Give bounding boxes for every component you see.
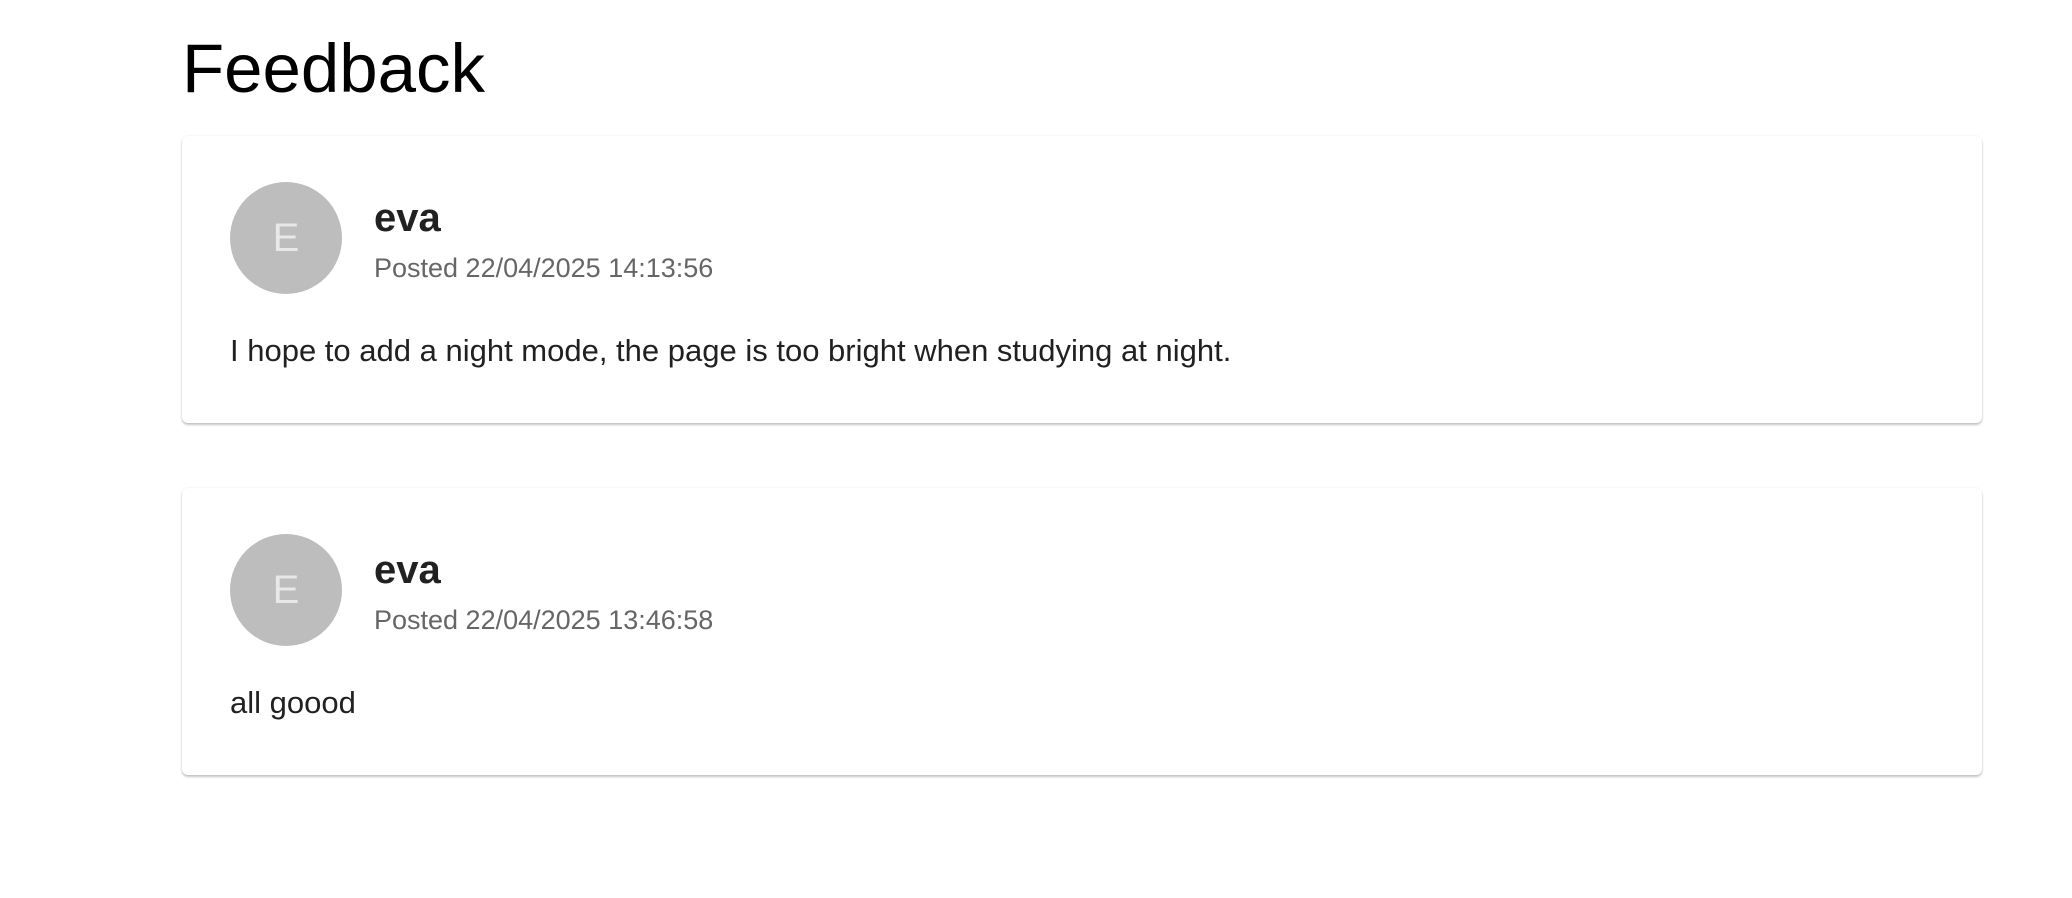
feedback-text: I hope to add a night mode, the page is … — [230, 333, 1232, 368]
avatar: E — [230, 534, 342, 646]
avatar: E — [230, 182, 342, 294]
feedback-text: all goood — [230, 685, 356, 720]
author-name: eva — [374, 548, 441, 592]
feedback-card: E eva Posted 22/04/2025 13:46:58 all goo… — [182, 488, 1982, 775]
page-title: Feedback — [182, 30, 486, 107]
author-name: eva — [374, 196, 441, 240]
feedback-card: E eva Posted 22/04/2025 14:13:56 I hope … — [182, 136, 1982, 423]
feedback-page: Feedback E eva Posted 22/04/2025 14:13:5… — [0, 0, 2072, 898]
posted-timestamp: Posted 22/04/2025 14:13:56 — [374, 253, 714, 283]
posted-timestamp: Posted 22/04/2025 13:46:58 — [374, 605, 714, 635]
